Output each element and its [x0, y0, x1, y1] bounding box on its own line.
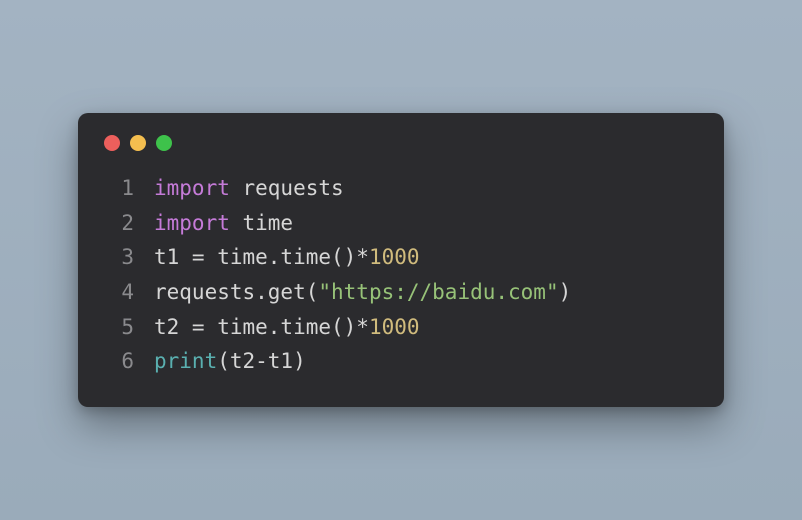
code-line: 6 print(t2-t1): [104, 344, 698, 379]
token-string: "https://baidu.com": [318, 280, 558, 304]
token-builtin: print: [154, 349, 217, 373]
maximize-icon[interactable]: [156, 135, 172, 151]
code-line: 5 t2 = time.time()*1000: [104, 310, 698, 345]
line-number: 2: [104, 206, 134, 241]
code-line: 1 import requests: [104, 171, 698, 206]
window-titlebar: [104, 135, 698, 151]
line-content: t2 = time.time()*1000: [154, 310, 420, 345]
token-default: ): [559, 280, 572, 304]
token-number: 1000: [369, 315, 420, 339]
token-keyword: import: [154, 176, 230, 200]
line-number: 5: [104, 310, 134, 345]
code-window: 1 import requests 2 import time 3 t1 = time.t…: [78, 113, 724, 407]
close-icon[interactable]: [104, 135, 120, 151]
line-content: print(t2-t1): [154, 344, 306, 379]
line-content: t1 = time.time()*1000: [154, 240, 420, 275]
token-default: time: [230, 211, 293, 235]
line-content: requests.get("https://baidu.com"): [154, 275, 571, 310]
line-number: 6: [104, 344, 134, 379]
token-default: requests.get(: [154, 280, 318, 304]
token-default: requests: [230, 176, 344, 200]
line-number: 4: [104, 275, 134, 310]
code-line: 3 t1 = time.time()*1000: [104, 240, 698, 275]
token-default: t1 = time.time()*: [154, 245, 369, 269]
token-keyword: import: [154, 211, 230, 235]
minimize-icon[interactable]: [130, 135, 146, 151]
line-content: import requests: [154, 171, 344, 206]
code-block: 1 import requests 2 import time 3 t1 = time.t…: [104, 171, 698, 379]
code-line: 4 requests.get("https://baidu.com"): [104, 275, 698, 310]
token-default: t2 = time.time()*: [154, 315, 369, 339]
token-number: 1000: [369, 245, 420, 269]
token-default: (t2-t1): [217, 349, 306, 373]
code-line: 2 import time: [104, 206, 698, 241]
line-number: 3: [104, 240, 134, 275]
line-content: import time: [154, 206, 293, 241]
line-number: 1: [104, 171, 134, 206]
